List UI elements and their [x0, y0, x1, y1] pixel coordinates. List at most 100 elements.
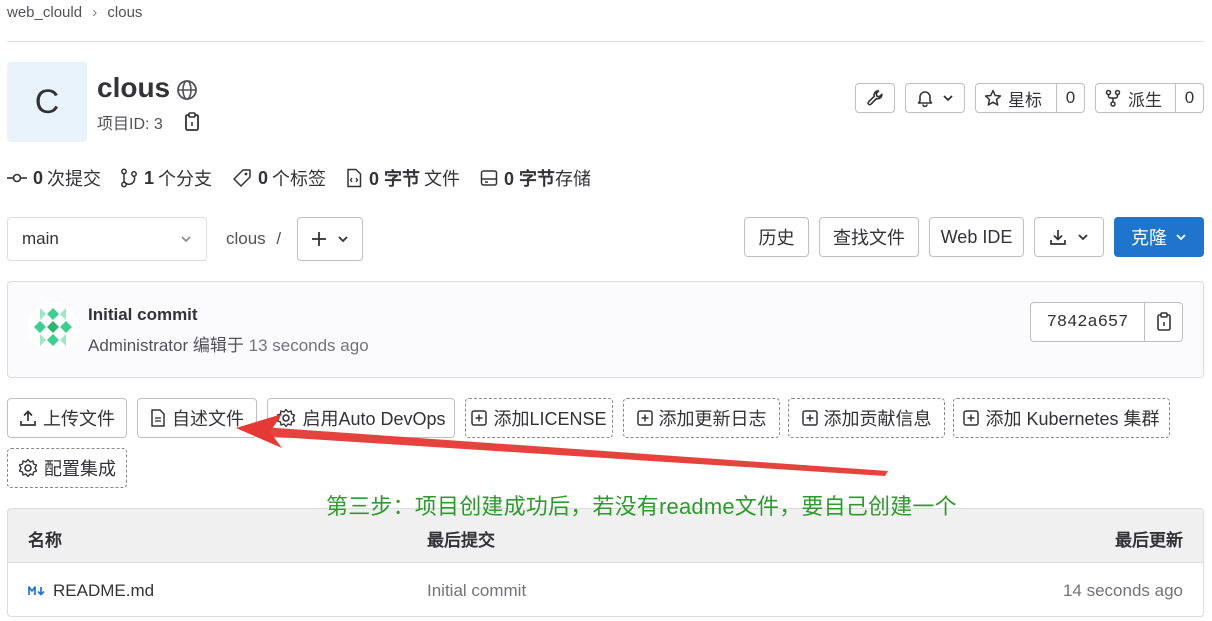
upload-icon: [20, 410, 36, 426]
fork-button[interactable]: 派生 0: [1095, 83, 1204, 113]
last-commit-card: [7, 281, 1204, 378]
commit-count: 0: [33, 167, 44, 188]
stat-storage[interactable]: 0 字节 存储: [480, 165, 591, 191]
commit-sha-link[interactable]: 7842a657: [1031, 313, 1144, 332]
file-label: 文件: [424, 169, 461, 189]
column-header-last-update: 最后更新: [1115, 531, 1183, 550]
plus-square-icon: [636, 410, 653, 426]
file-size: 0 字节: [369, 169, 421, 189]
find-file-button[interactable]: 查找文件: [819, 217, 919, 257]
stat-commits[interactable]: 0 次提交: [7, 165, 101, 191]
clone-dropdown[interactable]: 克隆: [1114, 217, 1204, 257]
table-row[interactable]: README.md Initial commit 14 seconds ago: [7, 562, 1204, 617]
breadcrumb-group-link[interactable]: web_clould: [7, 4, 82, 21]
add-license-button[interactable]: 添加LICENSE: [465, 398, 613, 438]
upload-file-label: 上传文件: [43, 409, 115, 429]
wrench-icon: [867, 90, 883, 106]
branch-icon: [121, 168, 137, 188]
commit-author-link[interactable]: Administrator: [88, 336, 188, 355]
stat-files[interactable]: 0 字节 文件: [345, 165, 460, 191]
copy-icon: [1156, 312, 1171, 331]
column-header-last-commit: 最后提交: [427, 531, 495, 550]
file-commit-link[interactable]: Initial commit: [427, 581, 526, 601]
annotation-text: 第三步：项目创建成功后，若没有readme文件，要自己创建一个: [326, 494, 957, 519]
readme-button[interactable]: 自述文件: [137, 398, 257, 438]
document-icon: [151, 409, 165, 427]
configure-integrations-label: 配置集成: [44, 459, 116, 479]
storage-size: 0 字节: [504, 169, 556, 189]
history-button[interactable]: 历史: [744, 217, 809, 257]
notifications-dropdown[interactable]: [905, 83, 965, 113]
commit-icon: [7, 173, 27, 183]
branch-count: 1: [144, 167, 155, 188]
add-contributing-label: 添加贡献信息: [823, 409, 932, 429]
repo-path-separator: /: [276, 229, 282, 248]
plus-square-icon: [963, 410, 980, 426]
plus-icon: [312, 232, 326, 246]
tag-label: 个标签: [272, 169, 327, 189]
fork-count[interactable]: 0: [1175, 84, 1203, 112]
chevron-down-icon: [181, 236, 191, 243]
bell-icon: [917, 91, 933, 107]
branch-label: 个分支: [158, 169, 213, 189]
tag-count: 0: [258, 167, 269, 188]
web-ide-button[interactable]: Web IDE: [929, 217, 1024, 257]
readme-label: 自述文件: [172, 409, 244, 429]
commit-title-link[interactable]: Initial commit: [88, 305, 198, 325]
stat-tags[interactable]: 0 个标签: [232, 165, 326, 191]
file-icon: [347, 168, 362, 188]
repo-path-link[interactable]: clous: [226, 229, 266, 248]
commit-action: 编辑于: [192, 336, 244, 355]
plus-square-icon: [471, 410, 488, 426]
add-changelog-button[interactable]: 添加更新日志: [623, 398, 780, 438]
stat-branches[interactable]: 1 个分支: [120, 165, 212, 191]
auto-devops-button[interactable]: 启用Auto DevOps: [267, 398, 455, 438]
chevron-down-icon: [1078, 234, 1088, 241]
chevron-down-icon: [338, 236, 348, 243]
upload-file-button[interactable]: 上传文件: [7, 398, 127, 438]
project-avatar: C: [7, 62, 87, 142]
globe-icon: [177, 80, 197, 100]
chevron-down-icon: [1176, 234, 1186, 241]
star-label: 星标: [1008, 90, 1042, 110]
file-name-link[interactable]: README.md: [53, 581, 154, 601]
user-avatar-icon[interactable]: [28, 302, 78, 352]
project-avatar-letter: C: [34, 82, 60, 121]
storage-label: 存储: [555, 169, 592, 189]
configure-integrations-button[interactable]: 配置集成: [7, 448, 127, 488]
add-license-label: 添加LICENSE: [493, 409, 607, 429]
file-updated-time: 14 seconds ago: [1062, 581, 1183, 600]
commit-time: 13 seconds ago: [248, 336, 369, 355]
commit-sha-group: 7842a657: [1030, 302, 1183, 342]
auto-devops-label: 启用Auto DevOps: [302, 409, 446, 429]
add-changelog-label: 添加更新日志: [658, 409, 767, 429]
commit-meta: Administrator 编辑于 13 seconds ago: [88, 331, 369, 356]
download-dropdown[interactable]: [1034, 217, 1104, 257]
gear-icon: [277, 408, 296, 428]
clone-label: 克隆: [1131, 228, 1167, 248]
add-kubernetes-button[interactable]: 添加 Kubernetes 集群: [953, 398, 1170, 438]
star-count[interactable]: 0: [1056, 84, 1084, 112]
breadcrumb-divider: [7, 41, 1204, 42]
column-header-name: 名称: [28, 531, 62, 550]
chevron-down-icon: [943, 95, 953, 102]
star-icon: [984, 89, 1002, 106]
branch-selector[interactable]: main: [7, 217, 207, 261]
download-icon: [1050, 230, 1066, 245]
markdown-icon: [28, 586, 45, 596]
project-id: 项目ID: 3: [97, 116, 163, 133]
branch-selector-value: main: [22, 229, 59, 248]
settings-button[interactable]: [855, 83, 895, 113]
fork-icon: [1105, 89, 1121, 107]
commit-label: 次提交: [47, 169, 102, 189]
add-contributing-button[interactable]: 添加贡献信息: [788, 398, 945, 438]
star-button[interactable]: 星标 0: [975, 83, 1085, 113]
plus-square-icon: [801, 410, 818, 426]
breadcrumb-project-link[interactable]: clous: [107, 4, 142, 21]
breadcrumb-separator: ›: [92, 4, 98, 21]
copy-id-icon[interactable]: [183, 112, 201, 132]
storage-icon: [480, 170, 498, 186]
copy-sha-button[interactable]: [1144, 303, 1182, 341]
add-kubernetes-label: 添加 Kubernetes 集群: [985, 409, 1160, 429]
add-to-tree-dropdown[interactable]: [297, 217, 363, 261]
